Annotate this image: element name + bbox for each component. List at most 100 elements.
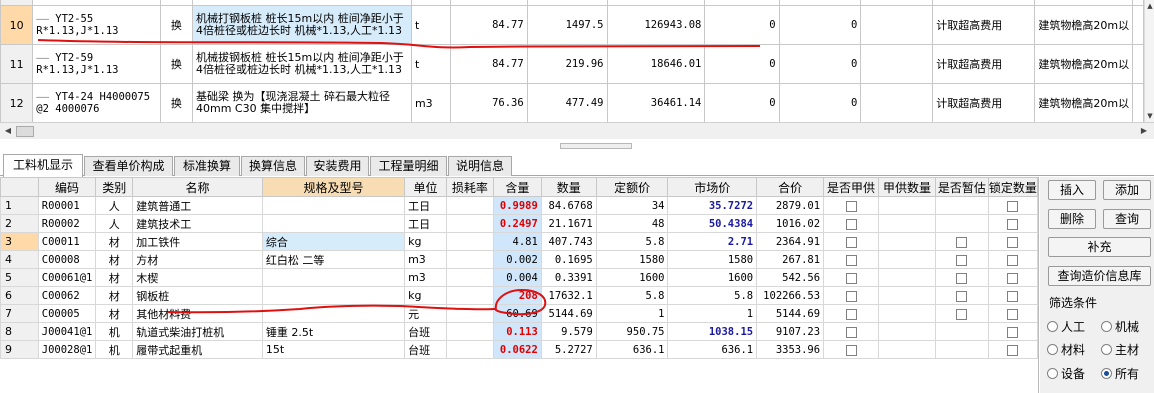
column-header[interactable]: 是否甲供 [823,177,880,197]
resource-category[interactable]: 材 [95,268,134,287]
resource-name[interactable]: 履带式起重机 [132,340,263,359]
resource-total[interactable]: 5144.69 [756,304,825,323]
resource-row[interactable]: 9 J00028@1 机履带式起重机 15t 台班 0.0622 5.2727 636.1 63… [0,340,1038,359]
item-row[interactable]: 12 —— YT4-24 H4000075 @2 4000076 换 基础梁 换… [0,83,1144,122]
row-number[interactable]: 10 [0,5,34,45]
resource-unit[interactable]: m3 [404,268,447,287]
resource-unit[interactable]: 元 [404,304,447,323]
item-unit[interactable]: m3 [410,83,452,122]
splitter-grip-icon[interactable] [560,143,632,149]
resource-market-price[interactable]: 2.71 [667,232,758,251]
checkbox-icon[interactable] [845,200,857,212]
row-number[interactable]: 7 [0,304,39,323]
column-header[interactable]: 含量 [492,177,542,197]
resource-quota-price[interactable]: 1580 [595,250,669,269]
row-number[interactable]: 4 [0,250,39,269]
item-empty[interactable] [860,5,934,45]
resource-name[interactable]: 木楔 [132,268,263,287]
scroll-thumb[interactable] [16,126,34,137]
lock-quantity-cell[interactable] [987,286,1038,305]
resource-unit[interactable]: 台班 [404,340,447,359]
resource-category[interactable]: 人 [95,214,134,233]
owner-supplied-quantity[interactable] [878,304,936,323]
query-button[interactable]: 查询 [1103,209,1151,229]
resource-category[interactable]: 人 [95,196,134,215]
resource-loss-rate[interactable] [445,268,494,287]
resource-unit[interactable]: kg [404,286,447,305]
price-library-button[interactable]: 查询造价信息库 [1048,266,1151,286]
resource-unit[interactable]: kg [404,232,447,251]
item-category[interactable]: 建筑物檐高20m以 [1034,44,1134,84]
item-quantity[interactable]: 76.36 [450,83,528,122]
item-value-b[interactable]: 0 [778,5,862,45]
resource-name[interactable]: 其他材料费 [132,304,263,323]
resource-quota-price[interactable]: 636.1 [595,340,669,359]
item-value-a[interactable]: 0 [704,83,780,122]
resource-spec[interactable]: 锤重 2.5t [261,322,406,341]
checkbox-icon[interactable] [1007,272,1019,284]
checkbox-icon[interactable] [1007,236,1019,248]
resource-code[interactable]: J00028@1 [37,340,97,359]
checkbox-icon[interactable] [1007,290,1019,302]
resource-row[interactable]: 7 C00005 材其他材料费元 60.69 5144.69 1 1 5144.69 [0,304,1038,323]
lock-quantity-cell[interactable] [987,322,1038,341]
supplement-button[interactable]: 补充 [1048,237,1151,257]
item-total[interactable]: 18646.01 [606,44,706,84]
add-button[interactable]: 添加 [1103,180,1151,200]
resource-market-price[interactable]: 636.1 [667,340,758,359]
supplied-by-owner-cell[interactable] [823,322,880,341]
resource-content[interactable]: 0.004 [492,268,542,287]
scroll-down-icon[interactable]: ▼ [1146,111,1154,121]
item-unit[interactable]: t [410,44,452,84]
resource-market-price[interactable]: 1038.15 [667,322,758,341]
resource-spec[interactable] [261,268,406,287]
checkbox-icon[interactable] [845,290,857,302]
resource-spec[interactable] [261,196,406,215]
column-header[interactable]: 损耗率 [445,177,494,197]
delete-button[interactable]: 删除 [1048,209,1096,229]
row-number[interactable]: 6 [0,286,39,305]
resource-content[interactable]: 208 [492,286,542,305]
supplied-by-owner-cell[interactable] [823,214,880,233]
resource-unit[interactable]: 工日 [404,214,447,233]
provisional-estimate-cell[interactable] [934,196,989,215]
column-header[interactable]: 数量 [540,177,597,197]
resource-category[interactable]: 材 [95,250,134,269]
owner-supplied-quantity[interactable] [878,214,936,233]
owner-supplied-quantity[interactable] [878,340,936,359]
provisional-estimate-cell[interactable] [934,340,989,359]
resource-loss-rate[interactable] [445,232,494,251]
resource-spec[interactable]: 红白松 二等 [261,250,406,269]
checkbox-icon[interactable] [845,344,857,356]
resource-code[interactable]: C00005 [37,304,97,323]
checkbox-icon[interactable] [1007,308,1019,320]
row-number[interactable]: 9 [0,340,39,359]
checkbox-icon[interactable] [845,272,857,284]
resource-quantity[interactable]: 17632.1 [540,286,597,305]
provisional-estimate-cell[interactable] [934,304,989,323]
resource-row[interactable]: 2 R00002 人建筑技术工 工日 0.2497 21.1671 48 50.4384 101… [0,214,1038,233]
resource-row[interactable]: 8 J00041@1 机轨道式柴油打桩机 锤重 2.5t 台班 0.113 9.579 950… [0,322,1038,341]
row-number[interactable]: 1 [0,196,39,215]
resource-spec[interactable] [261,286,406,305]
item-quantity[interactable]: 84.77 [450,44,528,84]
lock-quantity-cell[interactable] [987,304,1038,323]
resource-quantity[interactable]: 407.743 [540,232,597,251]
resource-name[interactable]: 建筑普通工 [132,196,263,215]
checkbox-icon[interactable] [956,290,968,302]
resource-unit[interactable]: 台班 [404,322,447,341]
resource-code[interactable]: C00062 [37,286,97,305]
lock-quantity-cell[interactable] [987,250,1038,269]
resource-row[interactable]: 1 R00001 人建筑普通工 工日 0.9989 84.6768 34 35.7272 287… [0,196,1038,215]
resource-row[interactable]: 3 C00011 材加工铁件 综合 kg 4.81 407.743 5.8 2.71 2364.9… [0,232,1038,251]
resource-content[interactable]: 0.2497 [492,214,542,233]
resource-code[interactable]: C00011 [37,232,97,251]
checkbox-icon[interactable] [845,218,857,230]
lock-quantity-cell[interactable] [987,196,1038,215]
resource-market-price[interactable]: 35.7272 [667,196,758,215]
item-total[interactable]: 36461.14 [606,83,706,122]
item-unit-price[interactable]: 1497.5 [526,5,608,45]
scroll-up-icon[interactable]: ▲ [1146,1,1154,11]
panel-splitter[interactable] [0,139,1154,153]
resource-content[interactable]: 0.9989 [492,196,542,215]
